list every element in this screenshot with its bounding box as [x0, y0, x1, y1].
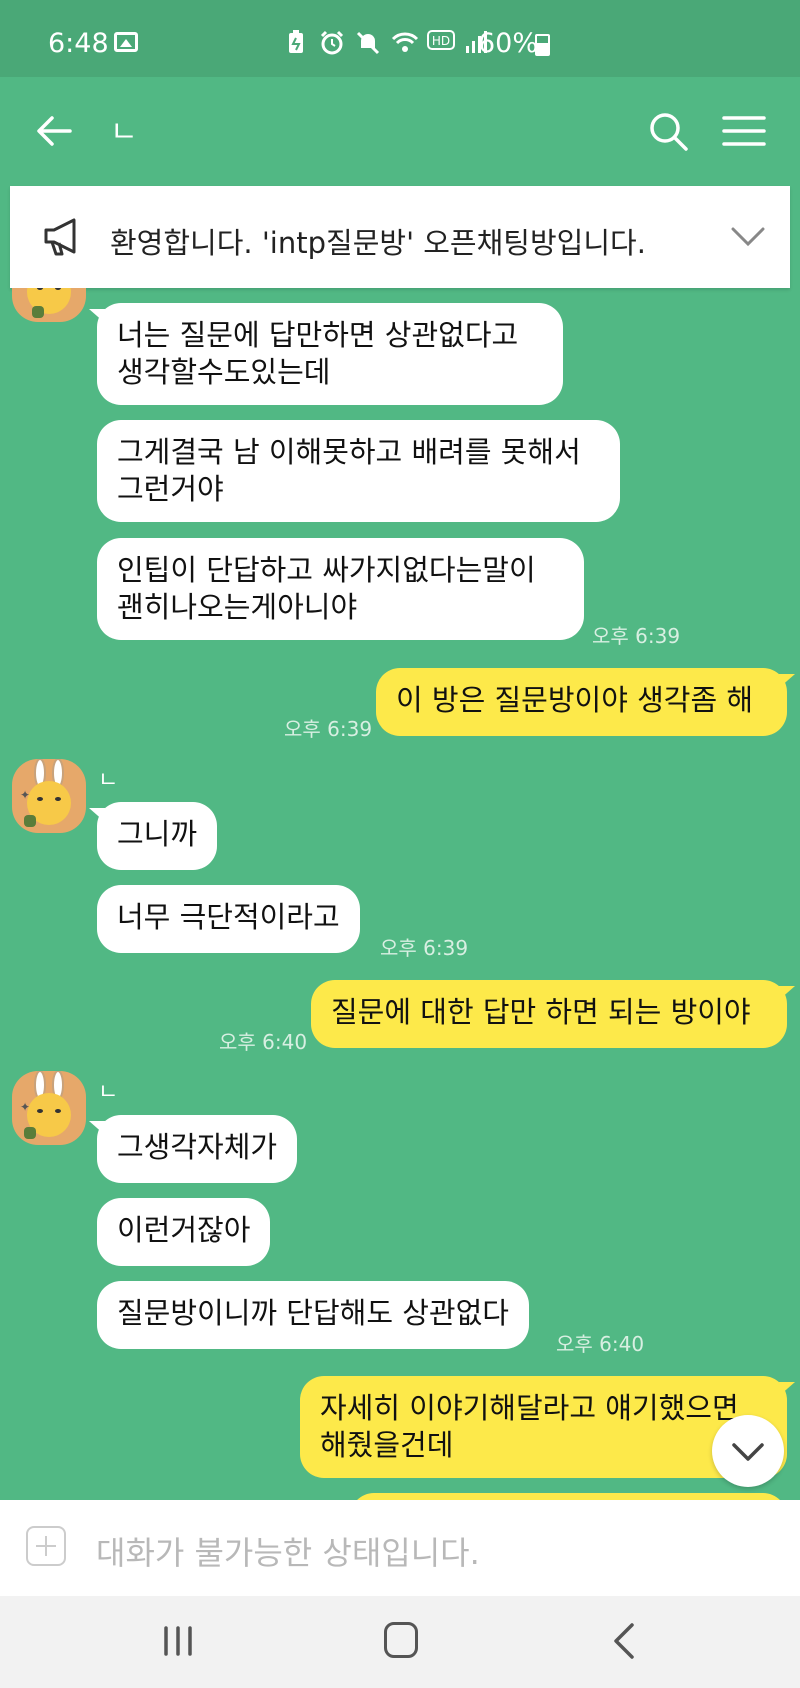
sender-name: ㄴ	[98, 768, 119, 793]
ryan-bunny-avatar-icon: ✦	[20, 759, 71, 827]
svg-text:✦: ✦	[20, 788, 30, 802]
chat-area[interactable]: 너는 질문에 답만하면 상관없다고 생각할수도있는데 그게결국 남 이해못하고 …	[0, 288, 800, 1500]
scroll-to-bottom-button[interactable]	[712, 1415, 784, 1487]
hd-icon: HD	[427, 30, 455, 56]
message-bubble[interactable]: 그게결국 남 이해못하고 배려를 못해서 그런거야	[97, 420, 620, 522]
back-arrow-icon[interactable]	[36, 113, 72, 149]
svg-text:✦: ✦	[20, 1100, 30, 1114]
battery-icon	[535, 34, 550, 56]
back-nav-icon[interactable]	[612, 1622, 636, 1660]
sender-name: ㄴ	[98, 1080, 119, 1105]
message-bubble[interactable]: 인팁이 단답하고 싸가지없다는말이 괜히나오는게아니야	[97, 538, 584, 640]
message-bubble[interactable]: 너무 극단적이라고	[97, 885, 360, 953]
avatar[interactable]: ✦	[12, 759, 86, 833]
message-input[interactable]: 대화가 불가능한 상태입니다.	[96, 1528, 480, 1574]
chevron-down-icon	[732, 1443, 764, 1461]
message-timestamp: 오후 6:39	[380, 936, 469, 960]
message-timestamp: 오후 6:39	[592, 624, 681, 648]
status-time: 6:48	[48, 28, 109, 59]
status-icons: HD	[283, 30, 489, 56]
home-icon[interactable]	[384, 1622, 418, 1658]
svg-text:HD: HD	[432, 34, 450, 48]
battery-saver-icon	[283, 30, 309, 56]
avatar[interactable]: ✦	[12, 1071, 86, 1145]
ryan-bunny-avatar-icon: ✦	[20, 1071, 71, 1139]
message-bubble[interactable]: 너는 질문에 답만하면 상관없다고 생각할수도있는데	[89, 303, 563, 405]
recent-apps-icon[interactable]	[160, 1626, 196, 1656]
image-notification-icon	[114, 32, 138, 52]
mute-icon	[355, 30, 381, 56]
megaphone-icon	[44, 218, 76, 256]
message-input-bar: 대화가 불가능한 상태입니다.	[0, 1500, 800, 1596]
wifi-icon	[391, 30, 419, 56]
battery-percent: 60%	[478, 28, 539, 59]
search-icon[interactable]	[648, 111, 688, 151]
chat-header: ㄴ	[0, 77, 800, 185]
message-bubble[interactable]: 질문방이니까 단답해도 상관없다	[97, 1281, 529, 1349]
message-timestamp: 오후 6:40	[556, 1332, 645, 1356]
notice-text: 환영합니다. 'intp질문방' 오픈채팅방입니다.	[110, 226, 646, 260]
menu-icon[interactable]	[722, 115, 766, 147]
ryan-avatar-icon	[27, 288, 71, 318]
message-timestamp: 오후 6:39	[284, 717, 373, 741]
message-bubble[interactable]: 그생각자체가	[88, 1115, 298, 1183]
message-bubble[interactable]: 이런거잖아	[97, 1198, 271, 1266]
system-nav-bar	[0, 1596, 800, 1688]
alarm-icon	[319, 30, 345, 56]
message-timestamp: 오후 6:40	[219, 1030, 308, 1054]
message-bubble[interactable]: 이 방은 질문방이야 생각좀 해	[376, 668, 795, 736]
status-bar: 6:48 HD 60%	[0, 0, 800, 77]
message-bubble[interactable]: 질문에 대한 답만 하면 되는 방이야	[311, 980, 795, 1048]
notice-banner[interactable]: 환영합니다. 'intp질문방' 오픈채팅방입니다.	[10, 186, 790, 288]
message-bubble-partial[interactable]	[350, 1493, 787, 1500]
message-bubble[interactable]: 그니까	[88, 802, 218, 870]
avatar[interactable]	[12, 288, 86, 322]
chat-title: ㄴ	[110, 115, 138, 150]
plus-icon[interactable]	[26, 1526, 66, 1566]
chevron-down-icon[interactable]	[730, 224, 766, 248]
